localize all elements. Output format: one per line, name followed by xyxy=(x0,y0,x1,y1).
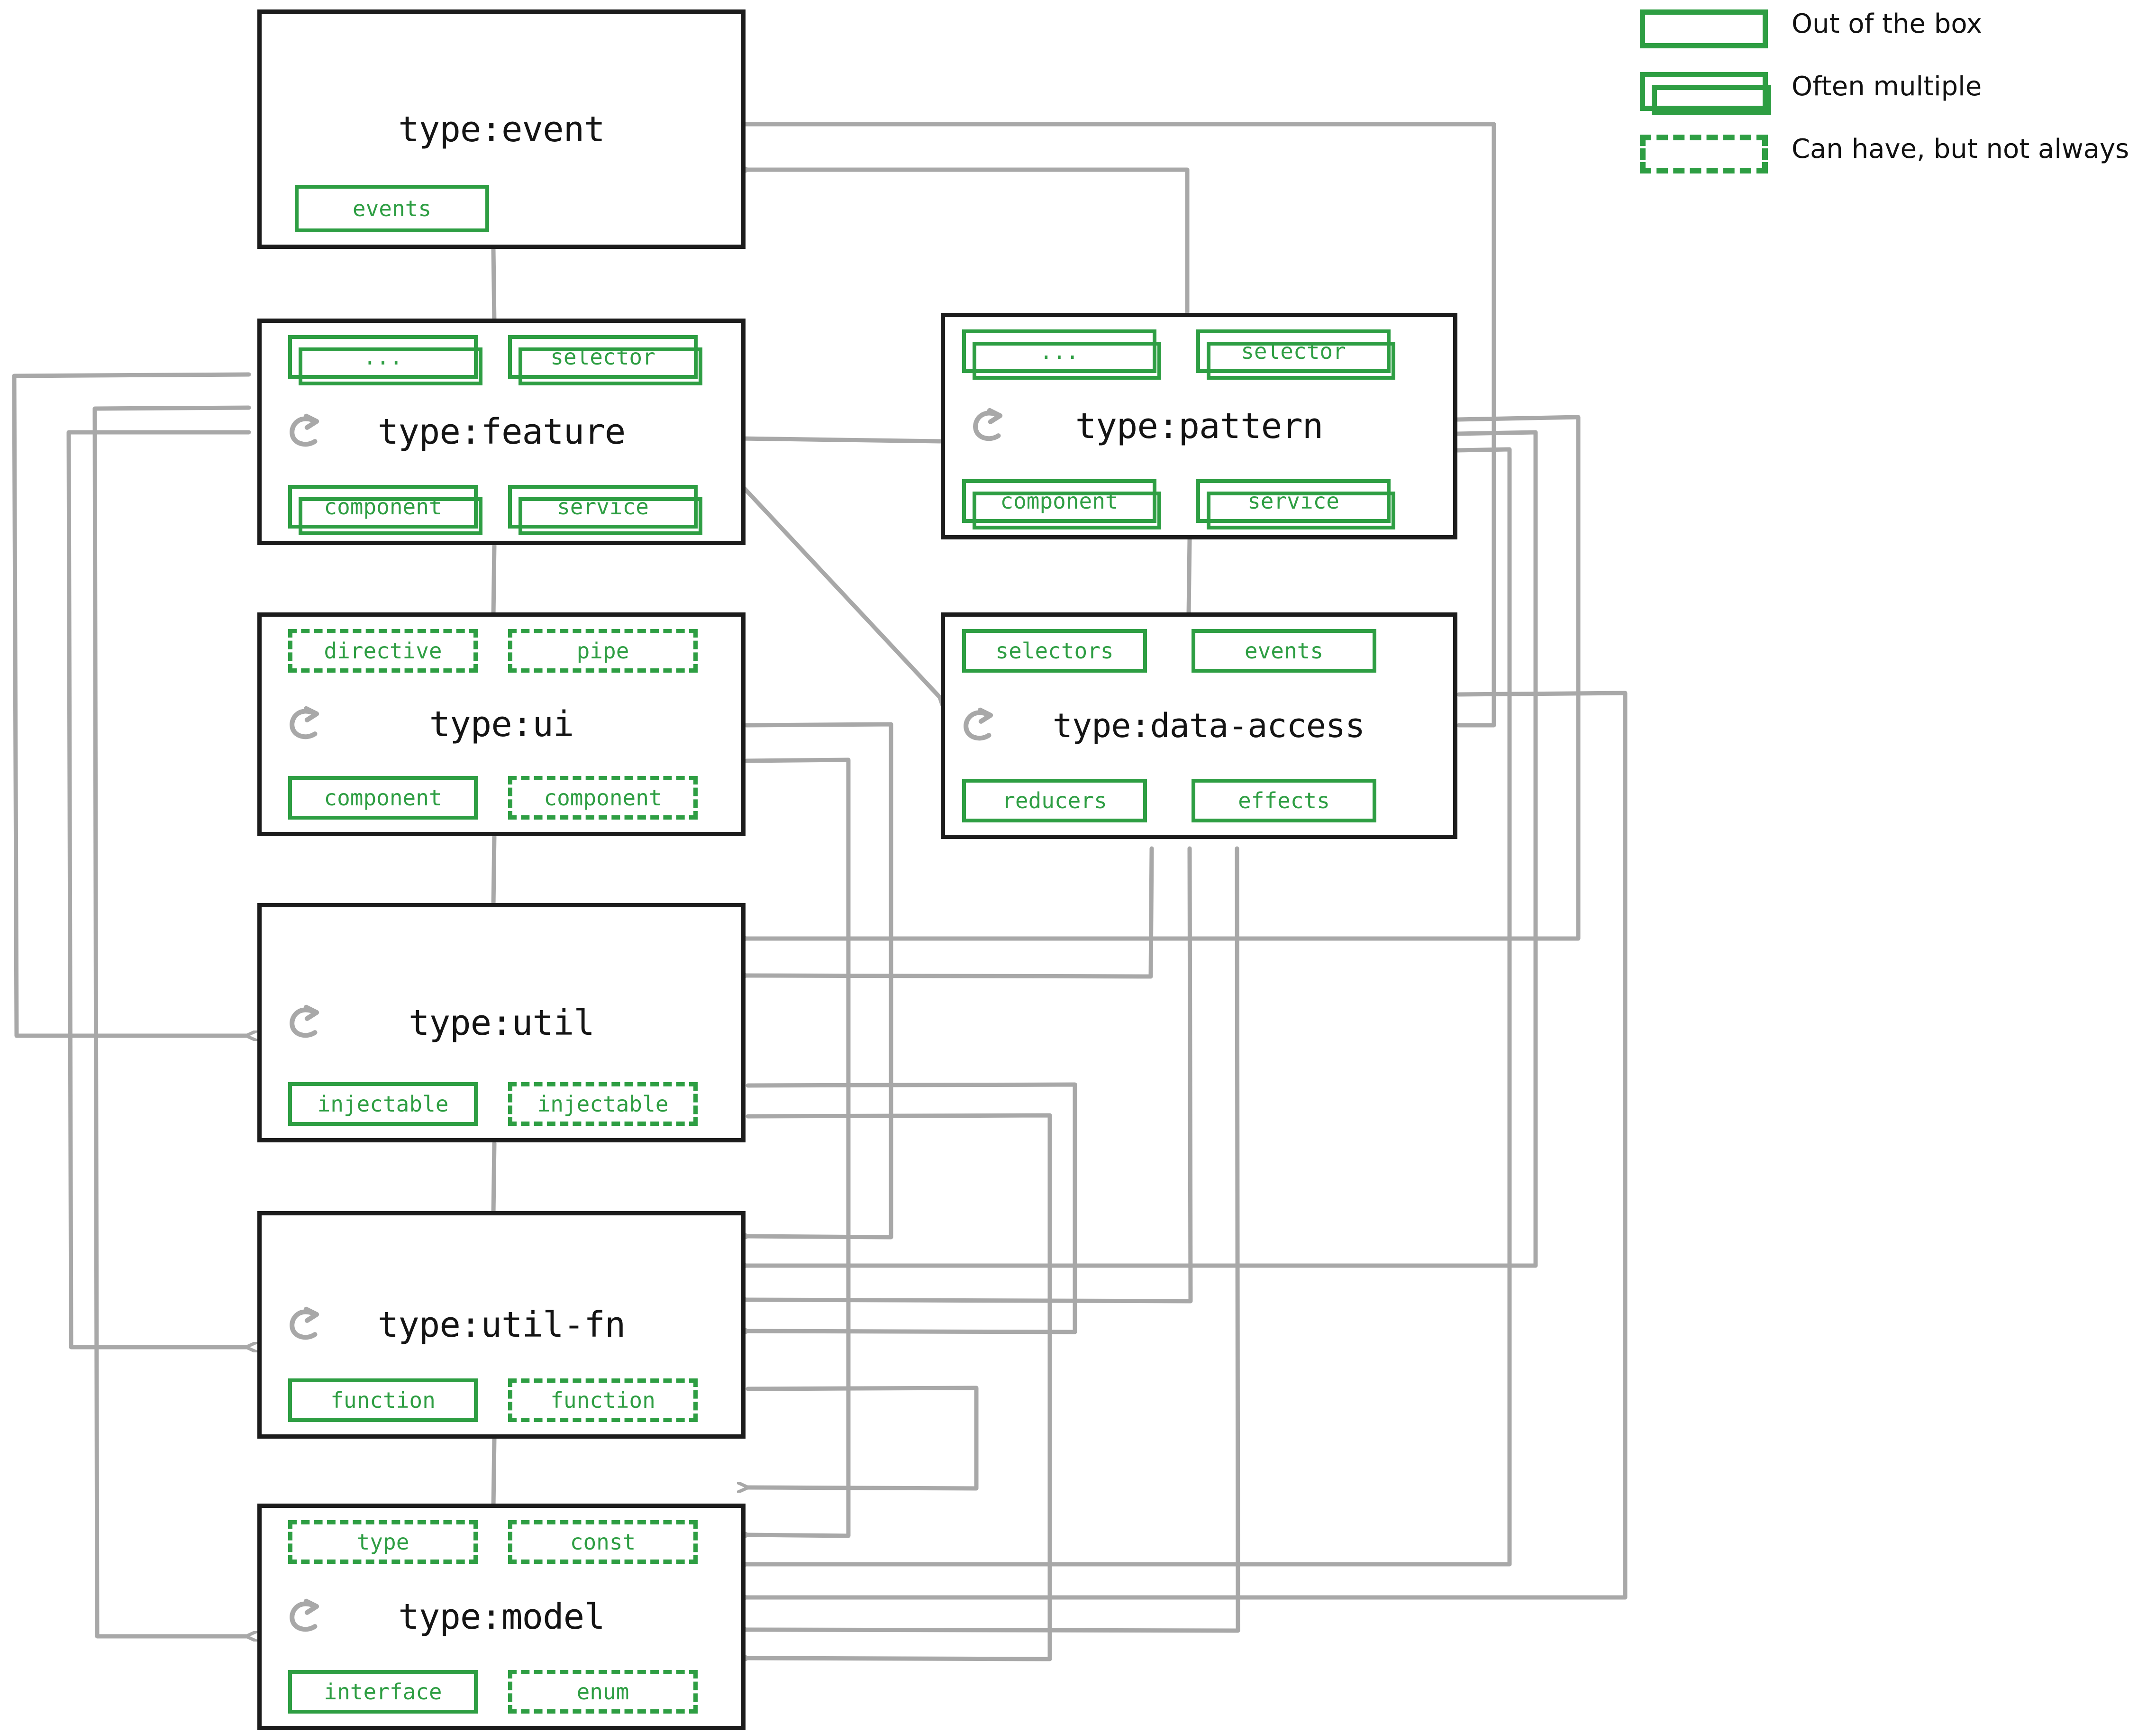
node-title: type:util xyxy=(409,1002,595,1043)
legend-swatch-solid xyxy=(1640,9,1768,48)
node-title: type:model xyxy=(398,1596,605,1637)
tag-component[interactable]: component xyxy=(288,776,478,820)
legend-label: Often multiple xyxy=(1792,71,1982,102)
tag-label: events xyxy=(1244,638,1324,664)
node-title: type:data-access xyxy=(1052,706,1365,745)
tag-label: enum xyxy=(576,1679,629,1705)
tag-label: type xyxy=(356,1529,409,1555)
tag-label: function xyxy=(550,1387,655,1413)
tag-function[interactable]: function xyxy=(288,1378,478,1422)
node-type-feature[interactable]: type:feature ... selector component serv… xyxy=(257,319,746,545)
tag-effects[interactable]: effects xyxy=(1192,779,1376,822)
node-title: type:event xyxy=(398,109,605,150)
node-type-pattern[interactable]: type:pattern ... selector component serv… xyxy=(941,313,1457,539)
tag-label: selectors xyxy=(995,638,1114,664)
tag-pipe[interactable]: pipe xyxy=(508,629,698,673)
tag-reducers[interactable]: reducers xyxy=(962,779,1147,822)
legend-swatch-multi xyxy=(1640,72,1771,115)
node-type-model[interactable]: type:model type const interface enum xyxy=(257,1504,746,1730)
node-title: type:util-fn xyxy=(377,1304,626,1345)
tag-label: component xyxy=(544,785,662,811)
tag-label: reducers xyxy=(1002,788,1107,813)
tag-label: ... xyxy=(363,344,403,370)
tag-label: selector xyxy=(550,344,655,370)
tag-component[interactable]: component xyxy=(962,479,1161,529)
node-title: type:pattern xyxy=(1075,406,1324,447)
tag-label: events xyxy=(352,196,432,221)
legend-row-out-of-the-box: Out of the box xyxy=(1640,5,2142,67)
tag-label: service xyxy=(1247,488,1339,514)
tag-ellipsis[interactable]: ... xyxy=(288,335,482,385)
legend-swatch-dashed xyxy=(1640,135,1768,173)
tag-label: pipe xyxy=(576,638,629,664)
tag-label: injectable xyxy=(537,1091,669,1117)
tag-selector[interactable]: selector xyxy=(1196,329,1395,380)
tag-label: component xyxy=(324,785,442,811)
node-type-ui[interactable]: type:ui directive pipe component compone… xyxy=(257,612,746,836)
tag-interface[interactable]: interface xyxy=(288,1670,478,1714)
tag-label: interface xyxy=(324,1679,442,1705)
legend-label: Out of the box xyxy=(1792,9,1983,39)
node-type-util[interactable]: type:util injectable injectable xyxy=(257,903,746,1142)
tag-label: service xyxy=(557,494,649,520)
tag-enum[interactable]: enum xyxy=(508,1670,698,1714)
tag-label: component xyxy=(1000,488,1119,514)
legend-row-often-multiple: Often multiple xyxy=(1640,67,2142,130)
tag-label: selector xyxy=(1241,338,1346,364)
tag-type[interactable]: type xyxy=(288,1520,478,1564)
tag-service[interactable]: service xyxy=(1196,479,1395,529)
tag-directive[interactable]: directive xyxy=(288,629,478,673)
edge-layer xyxy=(12,0,1628,1733)
tag-function-optional[interactable]: function xyxy=(508,1378,698,1422)
legend: Out of the box Often multiple Can have, … xyxy=(1640,5,2142,192)
node-title: type:feature xyxy=(377,411,626,452)
legend-label: Can have, but not always xyxy=(1792,134,2129,164)
tag-label: function xyxy=(330,1387,436,1413)
tag-label: effects xyxy=(1238,788,1330,813)
tag-const[interactable]: const xyxy=(508,1520,698,1564)
node-type-event[interactable]: type:event events xyxy=(257,9,746,249)
tag-events[interactable]: events xyxy=(1192,629,1376,673)
diagram-canvas: type:event events type:feature ... selec… xyxy=(0,0,2156,1733)
tag-label: injectable xyxy=(317,1091,449,1117)
tag-component-optional[interactable]: component xyxy=(508,776,698,820)
legend-row-optional: Can have, but not always xyxy=(1640,130,2142,192)
tag-injectable[interactable]: injectable xyxy=(288,1082,478,1126)
node-title: type:ui xyxy=(429,704,574,745)
tag-label: const xyxy=(570,1529,636,1555)
tag-component[interactable]: component xyxy=(288,485,482,535)
tag-events[interactable]: events xyxy=(295,185,489,232)
tag-selectors[interactable]: selectors xyxy=(962,629,1147,673)
tag-label: ... xyxy=(1039,338,1079,364)
tag-injectable-optional[interactable]: injectable xyxy=(508,1082,698,1126)
node-type-data-access[interactable]: type:data-access selectors events reduce… xyxy=(941,612,1457,839)
tag-service[interactable]: service xyxy=(508,485,702,535)
tag-label: component xyxy=(324,494,442,520)
tag-selector[interactable]: selector xyxy=(508,335,702,385)
tag-label: directive xyxy=(324,638,442,664)
tag-ellipsis[interactable]: ... xyxy=(962,329,1161,380)
node-type-util-fn[interactable]: type:util-fn function function xyxy=(257,1211,746,1439)
